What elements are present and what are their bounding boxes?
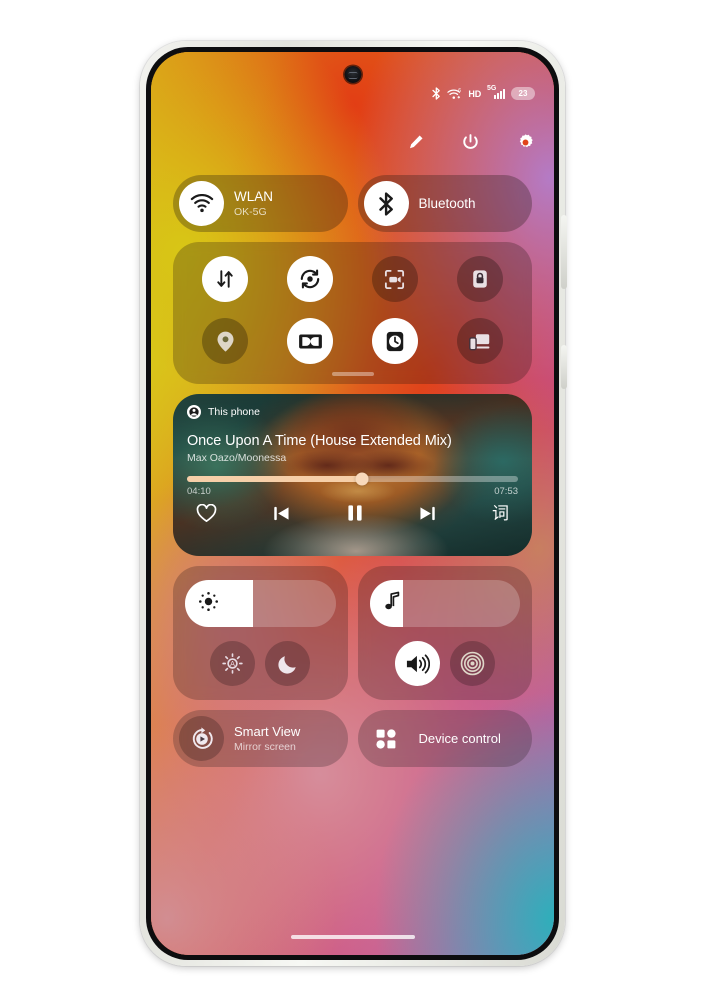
media-content: This phone Once Upon A Time (House Exten… (173, 394, 532, 556)
location-toggle[interactable] (202, 318, 249, 364)
sliders-row: A (173, 566, 532, 700)
screenshot-root: 6 HD 5G 23 WLAN OK-5G Bluetooth This pho… (0, 0, 705, 1000)
toggle-row-1 (183, 256, 522, 302)
smart-view-icon (179, 716, 224, 761)
sound-mode-button[interactable] (394, 641, 440, 686)
smart-view-title: Smart View (234, 724, 301, 739)
power-button[interactable] (458, 130, 483, 155)
music-note-icon (383, 591, 401, 616)
wlan-subtitle: OK-5G (234, 206, 267, 218)
dolby-atmos-toggle[interactable] (287, 318, 334, 364)
cellular-signal-icon: 5G (487, 85, 505, 99)
dark-mode-button[interactable] (265, 641, 311, 686)
seek-fill (187, 476, 363, 482)
device-control-text: Device control (419, 731, 501, 746)
edit-button[interactable] (403, 130, 428, 155)
wlan-tile[interactable]: WLAN OK-5G (173, 175, 348, 232)
connectivity-row: WLAN OK-5G Bluetooth (173, 175, 532, 232)
device-control-title: Device control (418, 731, 501, 746)
svg-text:A: A (230, 660, 235, 668)
favorite-button[interactable] (196, 503, 217, 523)
quick-action-row (403, 130, 538, 155)
wifi-icon (179, 181, 224, 226)
total-duration: 07:53 (494, 486, 518, 497)
smart-view-text: Smart View Mirror screen (234, 724, 300, 753)
seek-bar[interactable] (187, 472, 518, 486)
next-track-button[interactable] (418, 504, 437, 523)
track-artist: Max Oazo/Moonessa (187, 452, 287, 464)
volume-rocker-button[interactable] (561, 215, 567, 289)
wlan-title: WLAN (234, 189, 274, 204)
previous-track-button[interactable] (272, 504, 291, 523)
front-camera-punch-hole (344, 66, 361, 83)
phone-screen: 6 HD 5G 23 WLAN OK-5G Bluetooth This pho… (151, 52, 554, 955)
toggle-row-2 (183, 318, 522, 364)
mobile-data-toggle[interactable] (202, 256, 249, 302)
screen-lock-toggle[interactable] (456, 256, 503, 302)
volume-slider[interactable] (369, 580, 520, 627)
media-controls: 词 (187, 503, 518, 523)
brightness-icon (198, 591, 219, 617)
bluetooth-icon (432, 87, 441, 100)
bottom-tiles-row: Smart View Mirror screen Device control (173, 710, 532, 767)
track-title: Once Upon A Time (House Extended Mix) (187, 433, 452, 449)
device-control-tile[interactable]: Device control (357, 710, 532, 767)
toggle-grid (173, 242, 532, 384)
bluetooth-title: Bluetooth (418, 196, 476, 211)
power-side-button[interactable] (561, 345, 567, 389)
bluetooth-text: Bluetooth (419, 196, 476, 211)
seek-knob[interactable] (355, 472, 369, 486)
media-times: 04:10 07:53 (187, 486, 518, 497)
control-center-panels: WLAN OK-5G Bluetooth This phone Once Upo… (173, 175, 532, 767)
status-bar: 6 HD 5G 23 (432, 85, 535, 101)
brightness-slider[interactable] (185, 580, 336, 627)
wlan-text: WLAN OK-5G (234, 189, 273, 218)
wifi-icon: 6 (447, 88, 462, 100)
brightness-buttons: A (185, 641, 336, 686)
svg-text:6: 6 (459, 88, 462, 94)
bluetooth-tile[interactable]: Bluetooth (357, 175, 532, 232)
media-player-card: This phone Once Upon A Time (House Exten… (173, 394, 532, 556)
network-type-label: 5G (487, 84, 497, 92)
elapsed-time: 04:10 (187, 486, 211, 497)
speaker-source-icon (187, 405, 201, 419)
bluetooth-icon (363, 181, 409, 226)
vibrate-mode-button[interactable] (449, 641, 495, 686)
volume-buttons (370, 641, 521, 686)
volume-card (357, 566, 532, 700)
brightness-card: A (173, 566, 348, 700)
media-source[interactable]: This phone (187, 405, 518, 419)
hd-label: HD (468, 88, 481, 99)
smart-view-subtitle: Mirror screen (234, 741, 296, 753)
smart-view-tile[interactable]: Smart View Mirror screen (173, 710, 348, 767)
auto-brightness-button[interactable]: A (210, 641, 256, 686)
media-source-label: This phone (208, 406, 260, 418)
lyrics-button[interactable]: 词 (492, 505, 509, 522)
cast-toggle[interactable] (456, 318, 503, 364)
battery-indicator: 23 (511, 87, 535, 100)
auto-rotate-toggle[interactable] (287, 256, 334, 302)
focus-mode-toggle[interactable] (371, 318, 418, 364)
device-control-icon (364, 728, 409, 750)
screen-recorder-toggle[interactable] (371, 256, 418, 302)
settings-button[interactable] (513, 130, 538, 155)
pause-button[interactable] (346, 503, 364, 523)
home-indicator[interactable] (290, 935, 415, 939)
panel-drag-handle[interactable] (331, 372, 374, 376)
